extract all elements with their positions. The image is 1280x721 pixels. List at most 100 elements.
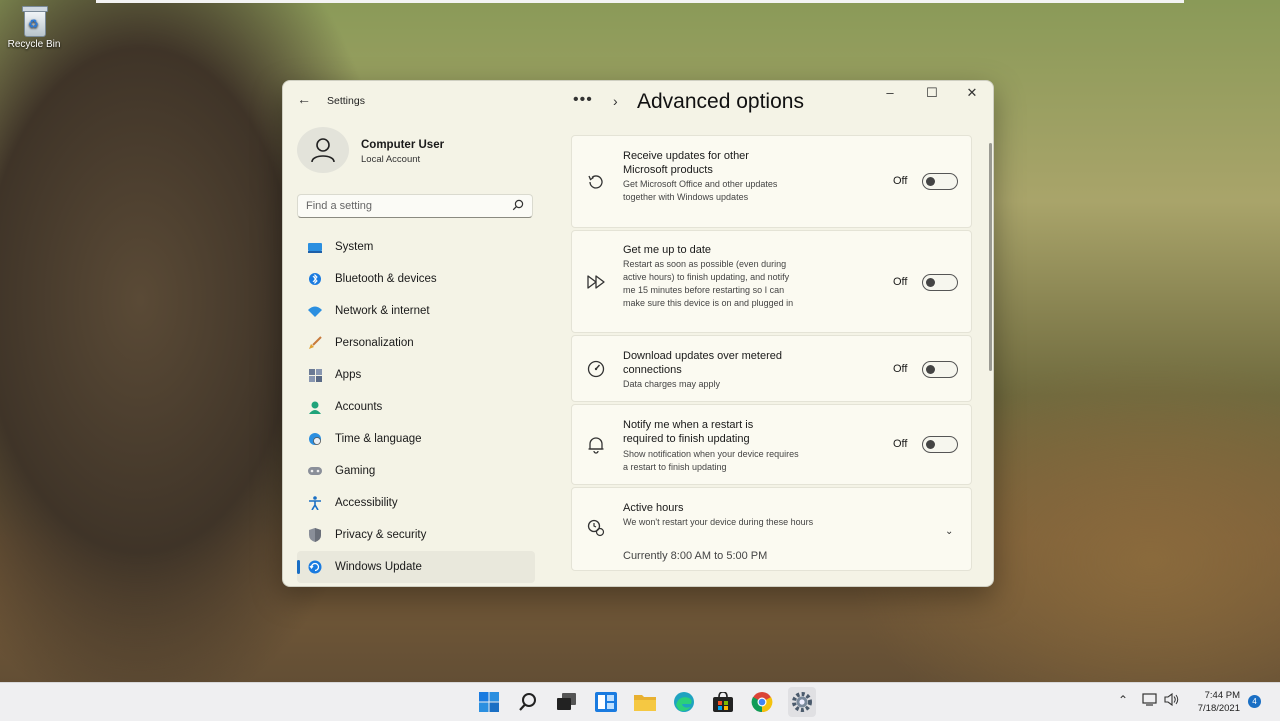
recycle-bin-label: Recycle Bin bbox=[7, 39, 61, 50]
gamepad-icon bbox=[308, 464, 322, 478]
sidebar-item-privacy[interactable]: Privacy & security bbox=[297, 519, 535, 551]
close-button[interactable]: ✕ bbox=[959, 85, 985, 101]
breadcrumb-overflow-button[interactable]: ••• bbox=[573, 91, 593, 109]
clock-time: 7:44 PM bbox=[1204, 690, 1240, 701]
setting-card-up-to-date[interactable]: Get me up to date Restart as soon as pos… bbox=[571, 230, 972, 333]
update-icon bbox=[308, 560, 322, 574]
sidebar-item-label: Time & language bbox=[335, 433, 422, 445]
sidebar-item-time-language[interactable]: Time & language bbox=[297, 423, 535, 455]
user-name: Computer User bbox=[361, 139, 445, 151]
setting-title: Download updates over metered connection… bbox=[623, 350, 782, 376]
setting-description: Data charges may apply bbox=[623, 379, 721, 389]
content-scrollbar[interactable] bbox=[989, 143, 992, 371]
metered-toggle[interactable] bbox=[922, 361, 958, 378]
search-input[interactable] bbox=[298, 195, 504, 217]
minimize-button[interactable]: – bbox=[877, 85, 903, 100]
apps-icon bbox=[308, 368, 322, 382]
microsoft-store-icon[interactable] bbox=[710, 689, 736, 715]
setting-title: Receive updates for other Microsoft prod… bbox=[623, 150, 749, 176]
search-box[interactable] bbox=[297, 194, 533, 218]
brush-icon bbox=[308, 336, 322, 350]
breadcrumb-separator: › bbox=[613, 93, 618, 109]
maximize-button[interactable]: ☐ bbox=[919, 85, 945, 101]
gauge-icon bbox=[587, 360, 605, 378]
setting-title: Get me up to date bbox=[623, 244, 712, 256]
chrome-icon[interactable] bbox=[749, 689, 775, 715]
person-icon bbox=[308, 400, 322, 414]
sidebar-item-bluetooth[interactable]: Bluetooth & devices bbox=[297, 263, 535, 295]
sidebar-item-apps[interactable]: Apps bbox=[297, 359, 535, 391]
setting-card-notify-restart[interactable]: Notify me when a restart is required to … bbox=[571, 404, 972, 485]
sidebar-item-label: Gaming bbox=[335, 465, 376, 477]
clock-date: 7/18/2021 bbox=[1197, 703, 1240, 714]
account-type: Local Account bbox=[361, 154, 421, 165]
system-clock[interactable]: 7:44 PM 7/18/2021 bbox=[1190, 689, 1240, 715]
sidebar-item-system[interactable]: System bbox=[297, 231, 535, 263]
app-title: Settings bbox=[327, 95, 365, 107]
notify-restart-toggle[interactable] bbox=[922, 436, 958, 453]
toggle-state-label: Off bbox=[893, 175, 908, 187]
setting-card-active-hours[interactable]: Active hours We won't restart your devic… bbox=[571, 487, 972, 571]
sidebar-item-gaming[interactable]: Gaming bbox=[297, 455, 535, 487]
setting-card-other-products[interactable]: Receive updates for other Microsoft prod… bbox=[571, 135, 972, 228]
person-avatar-icon bbox=[311, 138, 335, 163]
widgets-icon[interactable] bbox=[593, 689, 619, 715]
avatar bbox=[297, 127, 349, 173]
setting-description: Restart as soon as possible (even during… bbox=[623, 259, 794, 308]
page-title: Advanced options bbox=[637, 90, 804, 113]
top-edge-line bbox=[96, 0, 1184, 3]
accessibility-icon bbox=[308, 496, 322, 510]
active-hours-icon bbox=[587, 519, 605, 537]
globe-clock-icon bbox=[308, 432, 322, 446]
chevron-up-icon[interactable]: ⌃ bbox=[1118, 693, 1128, 707]
recycle-bin-icon: ♻ bbox=[20, 4, 48, 37]
edge-browser-icon[interactable] bbox=[671, 689, 697, 715]
shield-icon bbox=[308, 528, 322, 542]
active-hours-value: Currently 8:00 AM to 5:00 PM bbox=[623, 550, 768, 562]
sidebar-item-accessibility[interactable]: Accessibility bbox=[297, 487, 535, 519]
task-view-icon[interactable] bbox=[554, 689, 580, 715]
monitor-icon bbox=[308, 240, 322, 254]
sidebar-item-label: Apps bbox=[335, 369, 362, 381]
sidebar-item-label: Accounts bbox=[335, 401, 383, 413]
recycle-bin-shortcut[interactable]: ♻ Recycle Bin bbox=[4, 4, 64, 50]
sidebar-item-accounts[interactable]: Accounts bbox=[297, 391, 535, 423]
setting-description: Get Microsoft Office and other updates t… bbox=[623, 179, 778, 202]
bluetooth-icon bbox=[308, 272, 322, 286]
sidebar-item-label: Windows Update bbox=[335, 561, 422, 573]
speaker-icon[interactable] bbox=[1164, 692, 1180, 709]
sidebar-nav: System Bluetooth & devices Network & int… bbox=[297, 231, 535, 583]
settings-window: ← Settings – ☐ ✕ Computer User Local Acc… bbox=[282, 80, 994, 587]
search-icon[interactable] bbox=[512, 199, 524, 211]
sidebar-item-label: Bluetooth & devices bbox=[335, 273, 437, 285]
setting-description: We won't restart your device during thes… bbox=[623, 517, 814, 527]
fast-forward-icon bbox=[587, 275, 605, 289]
sidebar-item-windows-update[interactable]: Windows Update bbox=[297, 551, 535, 583]
file-explorer-icon[interactable] bbox=[632, 689, 658, 715]
notification-badge[interactable]: 4 bbox=[1248, 695, 1261, 708]
start-icon[interactable] bbox=[476, 689, 502, 715]
wifi-icon bbox=[308, 304, 322, 318]
toggle-state-label: Off bbox=[893, 363, 908, 375]
bell-icon bbox=[588, 437, 604, 454]
settings-gear-icon[interactable] bbox=[789, 689, 815, 715]
toggle-state-label: Off bbox=[893, 276, 908, 288]
toggle-state-label: Off bbox=[893, 438, 908, 450]
sidebar-item-label: Network & internet bbox=[335, 305, 430, 317]
sidebar-item-network[interactable]: Network & internet bbox=[297, 295, 535, 327]
other-products-toggle[interactable] bbox=[922, 173, 958, 190]
history-icon bbox=[588, 175, 603, 189]
sidebar-item-label: Personalization bbox=[335, 337, 414, 349]
search-icon[interactable] bbox=[515, 689, 541, 715]
setting-card-metered[interactable]: Download updates over metered connection… bbox=[571, 335, 972, 402]
setting-title: Active hours bbox=[623, 502, 684, 514]
setting-description: Show notification when your device requi… bbox=[623, 449, 799, 472]
setting-title: Notify me when a restart is required to … bbox=[623, 419, 754, 445]
sidebar-item-personalization[interactable]: Personalization bbox=[297, 327, 535, 359]
back-arrow-icon[interactable]: ← bbox=[297, 91, 311, 107]
up-to-date-toggle[interactable] bbox=[922, 274, 958, 291]
chevron-down-icon[interactable]: ⌄ bbox=[945, 526, 953, 537]
taskbar: ⌃ 7:44 PM 7/18/2021 4 bbox=[0, 682, 1280, 721]
sidebar-item-label: Privacy & security bbox=[335, 529, 427, 541]
network-monitor-icon[interactable] bbox=[1142, 693, 1158, 709]
